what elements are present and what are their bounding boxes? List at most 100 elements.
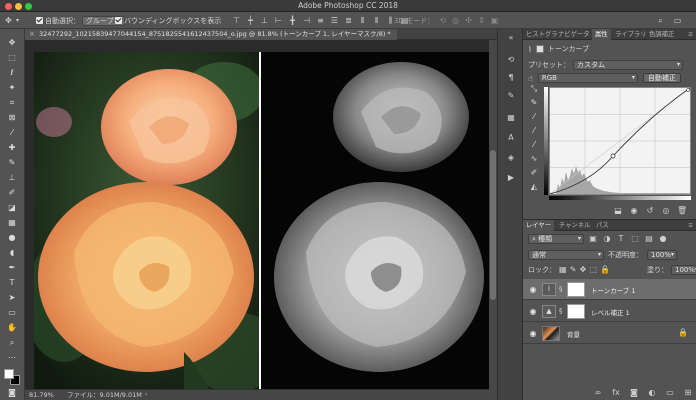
auto-button[interactable]: 自動補正	[642, 73, 681, 83]
crop-tool-icon[interactable]: ⌗	[3, 97, 21, 108]
marquee-tool-icon[interactable]: ⬚	[3, 52, 21, 63]
align-top-icon[interactable]: ⊤	[232, 16, 241, 25]
rectangle-tool-icon[interactable]: ▭	[3, 307, 21, 318]
lock-artboard-icon[interactable]: ⬚	[589, 265, 597, 275]
bounding-box-checkbox[interactable]	[115, 17, 122, 24]
3d-orbit-icon[interactable]: ⟲	[438, 16, 447, 25]
chevron-down-icon[interactable]: ▾	[15, 16, 20, 25]
auto-select-checkbox[interactable]	[36, 17, 43, 24]
view-previous-icon[interactable]: ◉	[629, 206, 639, 216]
reset-icon[interactable]: ↺	[645, 206, 655, 216]
distribute-left-icon[interactable]: ⫴	[358, 16, 367, 25]
eyedropper-tool-icon[interactable]: ⁄	[3, 127, 21, 138]
trash-icon[interactable]: 🗑	[677, 206, 687, 216]
lasso-tool-icon[interactable]: ℓ	[3, 67, 21, 78]
history-panel-icon[interactable]: ⟲	[506, 55, 516, 65]
magic-wand-tool-icon[interactable]: ✦	[3, 82, 21, 93]
eye-icon[interactable]: ◉	[528, 307, 538, 316]
lock-position-icon[interactable]: ✥	[580, 265, 587, 275]
workspace-icon[interactable]: ▭	[673, 16, 682, 25]
actions-panel-icon[interactable]: ▶	[506, 173, 516, 183]
link-layers-icon[interactable]: ∞	[593, 388, 603, 398]
align-bottom-icon[interactable]: ⊥	[260, 16, 269, 25]
tab-paths[interactable]: パス	[593, 220, 612, 231]
new-group-icon[interactable]: ▭	[665, 388, 675, 398]
lock-all-icon[interactable]: 🔒	[600, 265, 610, 275]
align-left-icon[interactable]: ⊢	[274, 16, 283, 25]
tab-channels[interactable]: チャンネル	[556, 220, 593, 231]
gradient-tool-icon[interactable]: ▦	[3, 217, 21, 228]
panel-menu-icon[interactable]: ≡	[685, 29, 696, 40]
tab-layers[interactable]: レイヤー	[523, 220, 554, 231]
blur-tool-icon[interactable]: ●	[3, 232, 21, 243]
zoom-level[interactable]: 81.79%	[29, 390, 54, 400]
more-tools-icon[interactable]: ⋯	[3, 352, 21, 363]
swatches-panel-icon[interactable]: ▦	[506, 113, 516, 123]
layer-row[interactable]: ◉ ⌇ § トーンカーブ 1	[523, 279, 696, 300]
foreground-color-swatch[interactable]	[4, 369, 14, 379]
clone-stamp-tool-icon[interactable]: ⊥	[3, 172, 21, 183]
filter-shape-icon[interactable]: ⬚	[630, 234, 640, 244]
distribute-top-icon[interactable]: ≡	[316, 16, 325, 25]
3d-slide-icon[interactable]: ⇕	[477, 16, 486, 25]
link-icon[interactable]: §	[559, 285, 565, 294]
eraser-tool-icon[interactable]: ◪	[3, 202, 21, 213]
filter-toggle-icon[interactable]: ●	[658, 234, 668, 244]
lock-transparent-icon[interactable]: ▦	[559, 265, 567, 275]
filter-smart-icon[interactable]: ▤	[644, 234, 654, 244]
white-point-eyedropper-icon[interactable]: ⁄	[527, 139, 541, 151]
healing-brush-tool-icon[interactable]: ✚	[3, 142, 21, 153]
collapse-arrows-icon[interactable]: «	[506, 33, 516, 43]
lock-icon[interactable]: 🔒	[678, 328, 688, 337]
layer-mask-thumbnail[interactable]	[567, 304, 585, 319]
distribute-center-icon[interactable]: ☰	[330, 16, 339, 25]
distribute-bottom-icon[interactable]: ≣	[344, 16, 353, 25]
add-mask-icon[interactable]: ◙	[629, 388, 639, 398]
fill-input[interactable]: 100%	[671, 265, 696, 275]
quick-mask-icon[interactable]: ◙	[3, 387, 21, 398]
clip-to-layer-icon[interactable]: ⬓	[613, 206, 623, 216]
history-brush-tool-icon[interactable]: ✐	[3, 187, 21, 198]
3d-scale-icon[interactable]: ▣	[490, 16, 499, 25]
hand-adjust-icon[interactable]: ☝	[528, 74, 533, 83]
opacity-input[interactable]: 100%	[647, 250, 677, 260]
visibility-icon[interactable]: ◎	[661, 206, 671, 216]
layers-menu-icon[interactable]: ≡	[685, 220, 696, 231]
layer-mask-thumbnail[interactable]	[567, 282, 585, 297]
search-icon[interactable]: ⌕	[656, 16, 665, 25]
3d-pan-icon[interactable]: ✣	[464, 16, 473, 25]
move-tool-icon[interactable]: ✥	[3, 37, 21, 48]
eye-icon[interactable]: ◉	[528, 285, 538, 294]
link-icon[interactable]: §	[559, 307, 565, 316]
black-point-eyedropper-icon[interactable]: ⁄	[527, 111, 541, 123]
tab-properties[interactable]: 属性	[592, 29, 611, 40]
blend-mode-dropdown[interactable]: 通常	[528, 250, 604, 260]
scrollbar-thumb[interactable]	[490, 150, 496, 300]
frame-tool-icon[interactable]: ⊠	[3, 112, 21, 123]
type-tool-icon[interactable]: T	[3, 277, 21, 288]
hand-tool-icon[interactable]: ✋	[3, 322, 21, 333]
align-hcenter-icon[interactable]: ╋	[288, 16, 297, 25]
filter-pixel-icon[interactable]: ▣	[588, 234, 598, 244]
tab-libraries[interactable]: ライブラリ	[612, 29, 649, 40]
layer-row[interactable]: ◉ 背景 🔒	[523, 323, 696, 344]
dodge-tool-icon[interactable]: ◖	[3, 247, 21, 258]
pencil-curve-icon[interactable]: ✐	[527, 167, 541, 179]
align-right-icon[interactable]: ⊣	[302, 16, 311, 25]
clipping-icon[interactable]: ◭	[527, 181, 541, 193]
layer-filter-dropdown[interactable]: ⌕ 種類	[528, 234, 584, 244]
tab-navigator[interactable]: ナビゲータ	[555, 29, 592, 40]
gray-point-eyedropper-icon[interactable]: ⁄	[527, 125, 541, 137]
character-panel-icon[interactable]: A	[506, 133, 516, 143]
curve-smooth-icon[interactable]: ∿	[527, 153, 541, 165]
paragraph-panel-icon[interactable]: ¶	[506, 73, 516, 83]
color-swatches[interactable]	[4, 369, 20, 385]
pencil-draw-icon[interactable]: ✎	[527, 97, 541, 109]
distribute-hcenter-icon[interactable]: ⦀	[372, 16, 381, 25]
mask-icon[interactable]	[535, 45, 544, 53]
document-tab[interactable]: × 32477292_10215839477044154_87518255416…	[25, 29, 397, 40]
tab-adjustments[interactable]: 色調補正	[646, 29, 677, 40]
filter-adjust-icon[interactable]: ◑	[602, 234, 612, 244]
new-layer-icon[interactable]: ⊞	[683, 388, 693, 398]
align-vcenter-icon[interactable]: ┿	[246, 16, 255, 25]
